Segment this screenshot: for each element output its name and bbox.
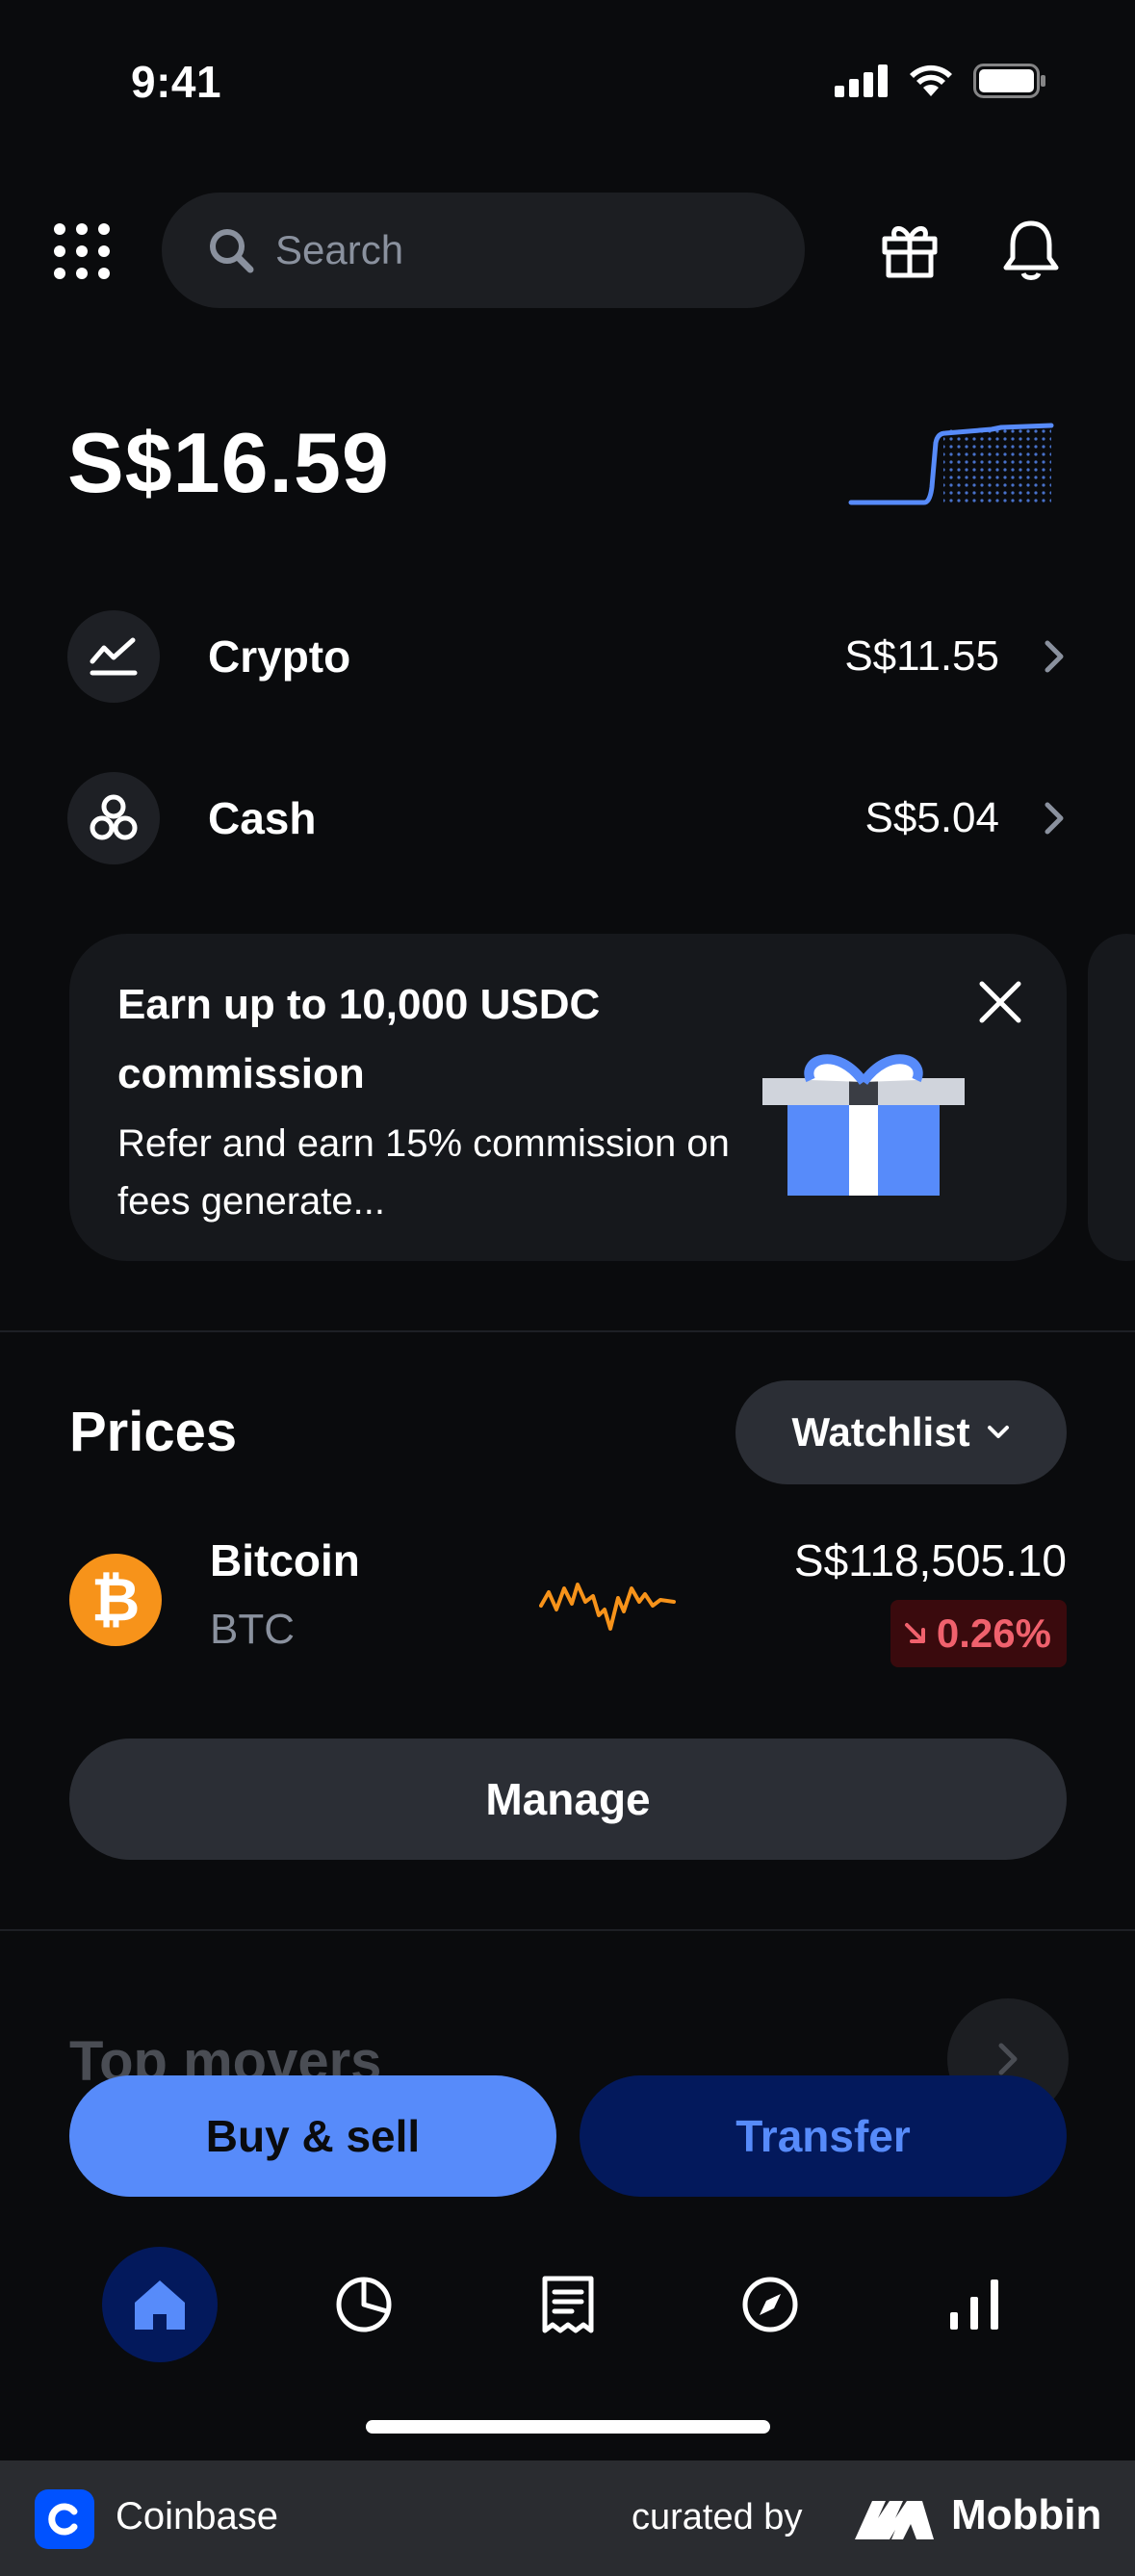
bar-chart-icon	[950, 2280, 998, 2330]
nav-explore[interactable]	[712, 2247, 828, 2362]
battery-icon	[973, 64, 1045, 98]
search-bar[interactable]	[162, 193, 805, 308]
total-balance[interactable]: S$16.59	[67, 414, 390, 512]
account-label: Crypto	[208, 631, 351, 682]
coin-price: S$118,505.10	[793, 1535, 1067, 1585]
chevron-right-icon	[1045, 802, 1064, 835]
watchlist-dropdown[interactable]: Watchlist	[735, 1380, 1067, 1484]
transfer-button[interactable]: Transfer	[580, 2075, 1067, 2197]
account-label: Cash	[208, 793, 317, 843]
coin-change-badge: 0.26%	[890, 1600, 1067, 1667]
promo-card-next[interactable]	[1088, 934, 1135, 1261]
coin-change-value: 0.26%	[936, 1610, 1051, 1656]
search-icon	[210, 229, 254, 273]
coin-name: Bitcoin	[210, 1535, 360, 1585]
account-row-crypto[interactable]: Crypto S$11.55	[67, 608, 1069, 705]
chart-line-icon	[90, 637, 138, 676]
footer-curated-by: curated by	[632, 2497, 803, 2537]
chevron-right-icon	[1045, 640, 1064, 673]
section-divider	[0, 1330, 1135, 1332]
account-value: S$5.04	[864, 794, 999, 841]
status-time: 9:41	[131, 57, 222, 107]
grid-icon	[54, 223, 110, 279]
status-icons	[835, 64, 1046, 98]
wifi-icon	[910, 64, 952, 96]
footer-bar: Coinbase curated by Mobbin	[0, 2460, 1135, 2576]
apps-grid-button[interactable]	[52, 221, 112, 281]
footer-app-name: Coinbase	[116, 2495, 279, 2537]
balance-sparkline[interactable]	[847, 420, 1059, 506]
account-icon-crypto	[67, 610, 160, 703]
account-icon-cash	[67, 772, 160, 864]
manage-button[interactable]: Manage	[69, 1739, 1067, 1860]
price-row-bitcoin[interactable]: ₿ Bitcoin BTC S$118,505.10 0.26%	[69, 1534, 1067, 1679]
rewards-button[interactable]	[880, 219, 940, 279]
nav-portfolio[interactable]	[306, 2247, 422, 2362]
pie-chart-icon	[336, 2277, 392, 2332]
header	[0, 193, 1135, 310]
bottom-nav	[0, 2233, 1135, 2378]
promo-title: Earn up to 10,000 USDC commission	[117, 981, 601, 1097]
watchlist-label: Watchlist	[791, 1409, 970, 1455]
arrow-down-right-icon	[904, 1623, 925, 1643]
bitcoin-icon: ₿	[69, 1554, 162, 1646]
nav-transactions[interactable]	[510, 2247, 626, 2362]
home-icon	[135, 2280, 185, 2330]
notifications-button[interactable]	[1001, 218, 1061, 281]
coinbase-logo-icon	[35, 2489, 94, 2549]
receipt-icon	[542, 2276, 594, 2333]
footer-brand: Mobbin	[951, 2491, 1102, 2538]
gift-illustration-icon	[762, 1054, 965, 1196]
coin-symbol: BTC	[210, 1606, 295, 1653]
buy-sell-button[interactable]: Buy & sell	[69, 2075, 556, 2197]
section-divider	[0, 1929, 1135, 1931]
chevron-right-icon	[998, 2043, 1018, 2075]
status-bar: 9:41	[0, 0, 1135, 164]
chevron-down-icon	[987, 1426, 1009, 1438]
coin-sparkline	[539, 1583, 676, 1631]
close-icon[interactable]	[976, 978, 1024, 1026]
bell-icon	[1003, 220, 1059, 280]
nav-markets[interactable]	[916, 2247, 1032, 2362]
cellular-signal-icon	[835, 64, 888, 97]
nav-home[interactable]	[102, 2247, 218, 2362]
account-row-cash[interactable]: Cash S$5.04	[67, 770, 1069, 866]
gift-icon	[882, 226, 938, 278]
account-value: S$11.55	[844, 632, 999, 680]
coins-icon	[90, 794, 138, 840]
prices-title: Prices	[69, 1401, 238, 1463]
mobbin-logo-icon	[855, 2501, 934, 2539]
promo-body: Refer and earn 15% commission on fees ge…	[117, 1122, 730, 1223]
search-input[interactable]	[275, 227, 757, 273]
compass-icon	[742, 2277, 798, 2332]
promo-card[interactable]: Earn up to 10,000 USDC commission Refer …	[69, 934, 1067, 1261]
home-indicator	[366, 2420, 770, 2434]
